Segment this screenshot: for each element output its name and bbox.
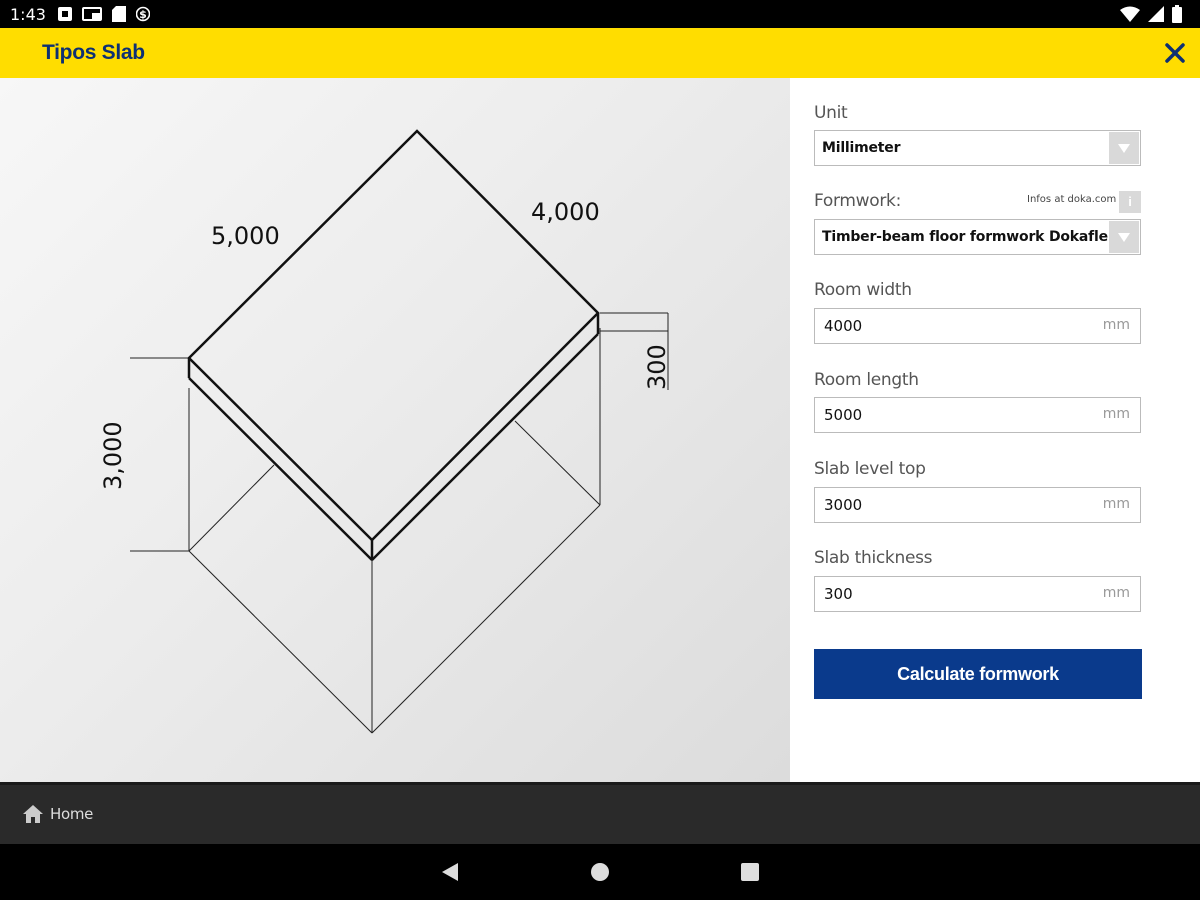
room-width-field[interactable]: mm [814,308,1141,344]
system-nav-bar [0,844,1200,900]
close-button[interactable] [1162,40,1188,66]
home-button[interactable]: Home [22,801,93,827]
unit-select[interactable]: Millimeter [814,130,1141,166]
notification-icon [58,7,72,21]
thickness-dimension-label: 300 [643,344,671,390]
page-title: Tipos Slab [42,41,145,64]
battery-icon [1172,5,1182,23]
length-dimension-label: 5,000 [211,222,280,250]
bottom-bar: Home [0,782,1200,844]
slab-thickness-label: Slab thickness [814,548,933,568]
unit-label: Unit [814,103,848,123]
form-panel: Unit Millimeter Formwork: Infos at doka.… [790,78,1200,782]
slab-diagram: 5,000 4,000 3,000 300 [99,129,671,734]
wifi-icon [1120,6,1140,22]
info-link-text: Infos at doka.com [1027,194,1117,205]
status-icons-left: $ [58,6,150,22]
room-length-input[interactable] [815,398,1085,432]
slab-thickness-unit: mm [1102,585,1130,601]
status-time: 1:43 [10,5,46,24]
formwork-select[interactable]: Timber-beam floor formwork Dokaflex 1-2-… [814,219,1141,255]
slab-diagram-panel: 5,000 4,000 3,000 300 [0,78,790,782]
sd-card-icon [112,6,126,22]
room-length-label: Room length [814,370,919,390]
cast-icon [82,7,102,21]
calculate-formwork-button[interactable]: Calculate formwork [814,649,1142,699]
home-circle-icon[interactable] [591,863,609,881]
signal-icon [1148,6,1164,22]
slab-level-top-field[interactable]: mm [814,487,1141,523]
svg-text:$: $ [139,8,147,21]
back-icon[interactable] [440,862,460,882]
chevron-down-icon [1109,221,1139,253]
info-button[interactable]: i [1119,191,1141,213]
home-label: Home [50,805,94,823]
slab-level-top-input[interactable] [815,488,1085,522]
slab-thickness-input[interactable] [815,577,1085,611]
unit-select-value: Millimeter [822,140,901,156]
close-icon [1165,43,1185,63]
room-width-input[interactable] [815,309,1085,343]
formwork-select-value: Timber-beam floor formwork Dokaflex 1-2-… [822,229,1108,245]
formwork-label: Formwork: [814,191,901,211]
room-width-unit: mm [1102,317,1130,333]
recents-icon[interactable] [741,863,759,881]
home-icon [23,805,43,823]
slab-level-top-unit: mm [1102,496,1130,512]
chevron-down-icon [1109,132,1139,164]
dollar-icon: $ [136,6,150,22]
width-dimension-label: 4,000 [531,198,600,226]
status-bar: 1:43 $ [0,0,1200,28]
app-bar: Tipos Slab [0,28,1200,78]
room-length-unit: mm [1102,406,1130,422]
status-icons-right [1120,5,1182,23]
slab-thickness-field[interactable]: mm [814,576,1141,612]
height-dimension-label: 3,000 [99,421,127,490]
room-length-field[interactable]: mm [814,397,1141,433]
slab-level-top-label: Slab level top [814,459,926,479]
room-width-label: Room width [814,280,912,300]
